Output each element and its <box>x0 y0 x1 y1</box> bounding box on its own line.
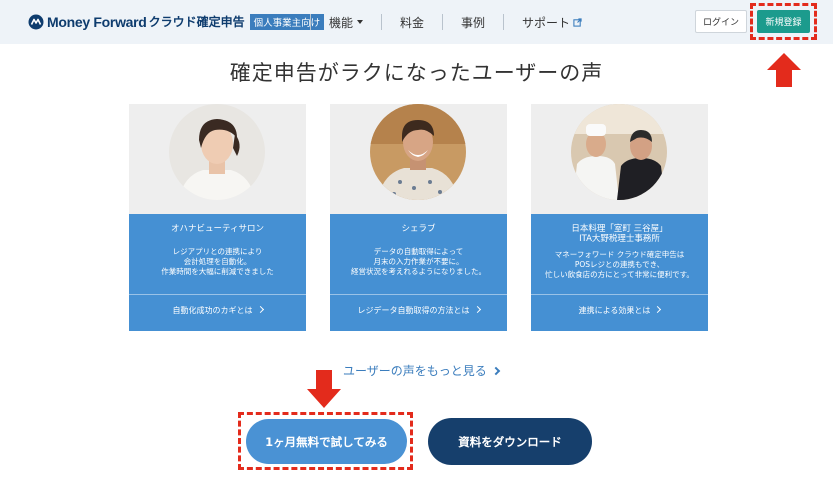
card-desc-line: レジアプリとの連携により <box>172 247 263 256</box>
nav-item-support[interactable]: サポート <box>504 14 600 31</box>
card-name-line: ITA大野税理士事務所 <box>579 234 660 244</box>
site-header: Money Forward クラウド確定申告 個人事業主向け 機能 料金 事例 … <box>0 0 833 44</box>
card-photo-area <box>330 104 507 214</box>
card-link-label: 自動化成功のカギとは <box>172 306 253 315</box>
nav-item-label: 事例 <box>461 15 486 30</box>
card-customer-name: オハナビューティサロン <box>129 224 306 234</box>
card-customer-name: 日本料理「室町 三谷屋」 ITA大野税理士事務所 <box>531 224 708 244</box>
card-link[interactable]: 連携による効果とは <box>531 305 708 316</box>
customer-avatar <box>169 104 265 200</box>
card-photo-area <box>531 104 708 214</box>
card-link-label: 連携による効果とは <box>578 306 651 315</box>
card-link[interactable]: 自動化成功のカギとは <box>129 305 306 316</box>
testimonial-card[interactable]: オハナビューティサロン レジアプリとの連携により 会計処理を自動化。 作業時間を… <box>129 104 306 331</box>
signup-highlight-box <box>750 3 817 40</box>
card-description: レジアプリとの連携により 会計処理を自動化。 作業時間を大幅に削減できました <box>129 247 306 277</box>
card-body: 日本料理「室町 三谷屋」 ITA大野税理士事務所 マネーフォワード クラウド確定… <box>531 214 708 331</box>
chevron-right-icon <box>654 305 662 314</box>
card-desc-line: 忙しい飲食店の方にとって非常に便利です。 <box>545 270 694 279</box>
card-link-label: レジデータ自動取得の方法とは <box>357 306 470 315</box>
logo-product: クラウド確定申告 <box>148 15 245 29</box>
card-name-line: オハナビューティサロン <box>171 224 264 234</box>
nav-item-pricing[interactable]: 料金 <box>382 14 442 31</box>
download-materials-button[interactable]: 資料をダウンロード <box>428 418 592 465</box>
customer-avatar <box>571 104 667 200</box>
section-title: 確定申告がラクになったユーザーの声 <box>229 61 604 85</box>
chevron-right-icon <box>491 366 501 375</box>
card-description: データの自動取得によって 月末の入力作業が不要に。 経営状況を考えれるようになり… <box>330 247 507 277</box>
more-link-label: ユーザーの声をもっと見る <box>343 364 487 378</box>
card-desc-line: 会計処理を自動化。 <box>183 257 252 266</box>
testimonial-card[interactable]: シェラブ データの自動取得によって 月末の入力作業が不要に。 経営状況を考えれる… <box>330 104 507 331</box>
logo[interactable]: Money Forward クラウド確定申告 個人事業主向け <box>28 13 325 30</box>
chevron-right-icon <box>256 305 264 314</box>
caret-down-icon <box>357 20 364 24</box>
card-desc-line: データの自動取得によって <box>373 247 464 256</box>
more-testimonials-link[interactable]: ユーザーの声をもっと見る <box>343 362 501 379</box>
card-desc-line: 作業時間を大幅に削減できました <box>161 267 274 276</box>
customer-avatar <box>370 104 466 200</box>
card-body: オハナビューティサロン レジアプリとの連携により 会計処理を自動化。 作業時間を… <box>129 214 306 331</box>
card-photo-area <box>129 104 306 214</box>
nav-item-features[interactable]: 機能 <box>311 14 381 31</box>
money-forward-logo-icon <box>28 14 44 29</box>
logo-brand: Money Forward <box>47 13 147 30</box>
card-customer-name: シェラブ <box>330 224 507 234</box>
card-description: マネーフォワード クラウド確定申告は POSレジとの連携もでき、 忙しい飲食店の… <box>531 250 708 280</box>
card-body: シェラブ データの自動取得によって 月末の入力作業が不要に。 経営状況を考えれる… <box>330 214 507 331</box>
chevron-right-icon <box>473 305 481 314</box>
login-button[interactable]: ログイン <box>695 10 747 33</box>
red-arrow-down-icon <box>307 370 341 408</box>
card-name-line: シェラブ <box>401 224 436 234</box>
external-link-icon <box>573 17 582 27</box>
card-name-line: 日本料理「室町 三谷屋」 <box>571 224 668 234</box>
card-divider <box>129 294 306 295</box>
card-desc-line: マネーフォワード クラウド確定申告は <box>554 250 685 259</box>
nav-item-cases[interactable]: 事例 <box>443 14 503 31</box>
main-nav: 機能 料金 事例 サポート <box>310 0 600 44</box>
nav-item-label: 料金 <box>400 15 425 30</box>
nav-item-label: サポート <box>522 15 571 30</box>
testimonial-card[interactable]: 日本料理「室町 三谷屋」 ITA大野税理士事務所 マネーフォワード クラウド確定… <box>531 104 708 331</box>
nav-item-label: 機能 <box>329 15 354 30</box>
card-link[interactable]: レジデータ自動取得の方法とは <box>330 305 507 316</box>
card-desc-line: 月末の入力作業が不要に。 <box>373 257 464 266</box>
free-trial-button[interactable]: 1ヶ月無料で試してみる <box>246 419 407 464</box>
card-divider <box>330 294 507 295</box>
card-desc-line: POSレジとの連携もでき、 <box>574 260 665 269</box>
card-divider <box>531 294 708 295</box>
card-desc-line: 経営状況を考えれるようになりました。 <box>351 267 486 276</box>
